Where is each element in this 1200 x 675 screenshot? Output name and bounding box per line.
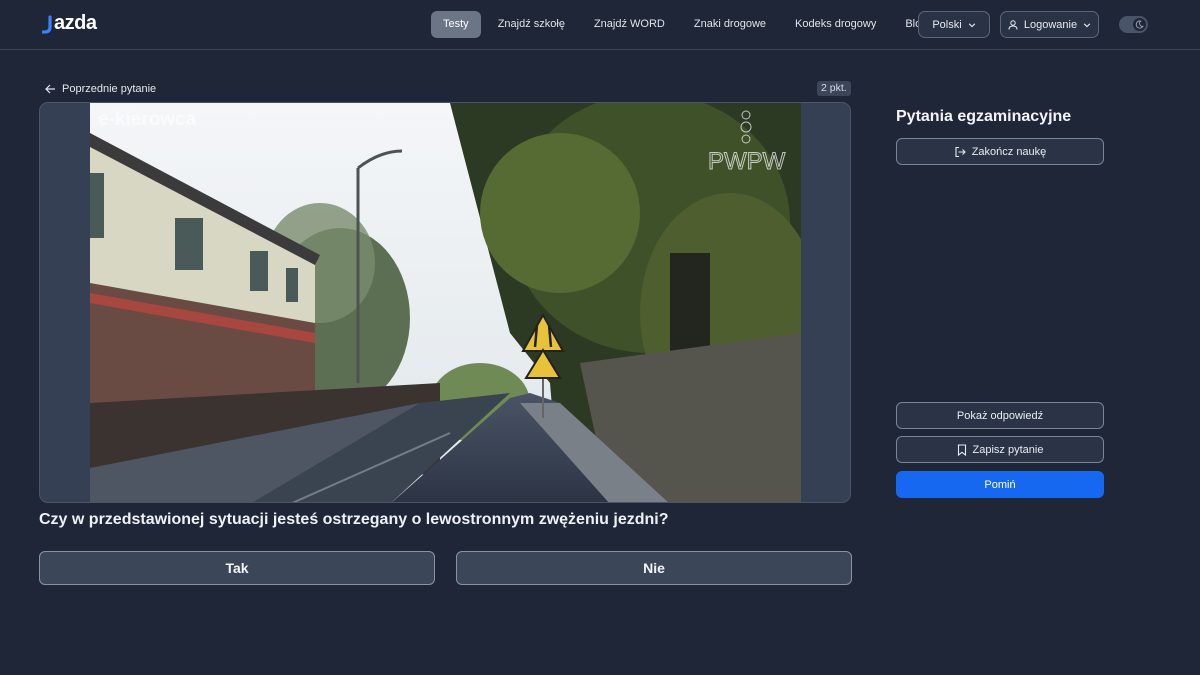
points-badge: 2 pkt. [817, 81, 851, 96]
show-answer-label: Pokaż odpowiedź [956, 409, 1044, 422]
end-learning-label: Zakończ naukę [971, 145, 1047, 158]
question-text: Czy w przedstawionej sytuacji jesteś ost… [39, 511, 669, 528]
watermark-left: e-kierowca [98, 109, 197, 130]
end-learning-button[interactable]: Zakończ naukę [896, 138, 1104, 165]
watermark-right: PWPW [708, 148, 786, 175]
previous-question-label: Poprzednie pytanie [62, 83, 157, 95]
login-button[interactable]: Logowanie [1000, 11, 1099, 38]
nav-find-word[interactable]: Znajdź WORD [582, 11, 677, 38]
save-question-button[interactable]: Zapisz pytanie [896, 436, 1104, 463]
main-nav: Testy Znajdź szkołę Znajdź WORD Znaki dr… [431, 11, 939, 38]
arrow-left-icon [45, 84, 55, 94]
skip-button[interactable]: Pomiń [896, 471, 1104, 498]
road-scene-image: e-kierowca PWPW [90, 103, 801, 502]
top-header: azda Testy Znajdź szkołę Znajdź WORD Zna… [0, 0, 1200, 50]
show-answer-button[interactable]: Pokaż odpowiedź [896, 402, 1104, 429]
logo[interactable]: azda [42, 12, 97, 35]
logo-text: azda [54, 12, 97, 34]
logout-icon [955, 146, 966, 157]
save-question-label: Zapisz pytanie [972, 443, 1044, 456]
nav-traffic-code[interactable]: Kodeks drogowy [783, 11, 888, 38]
logo-j-icon [42, 15, 52, 34]
nav-tests[interactable]: Testy [431, 11, 481, 38]
moon-icon [1133, 18, 1146, 31]
nav-road-signs[interactable]: Znaki drogowe [682, 11, 778, 38]
sidebar-title: Pytania egzaminacyjne [896, 108, 1072, 125]
user-icon [1008, 19, 1018, 30]
chevron-down-icon [968, 22, 975, 27]
answer-no-button[interactable]: Nie [456, 551, 852, 585]
answer-yes-button[interactable]: Tak [39, 551, 435, 585]
chevron-down-icon [1083, 22, 1091, 27]
language-select[interactable]: Polski [918, 11, 990, 38]
language-label: Polski [932, 18, 962, 31]
nav-find-school[interactable]: Znajdź szkołę [486, 11, 577, 38]
login-label: Logowanie [1023, 18, 1078, 31]
skip-label: Pomiń [984, 478, 1016, 491]
question-media-frame: e-kierowca PWPW [39, 102, 851, 503]
theme-toggle[interactable] [1119, 16, 1148, 33]
previous-question-link[interactable]: Poprzednie pytanie [45, 81, 156, 97]
bookmark-icon [957, 443, 966, 456]
